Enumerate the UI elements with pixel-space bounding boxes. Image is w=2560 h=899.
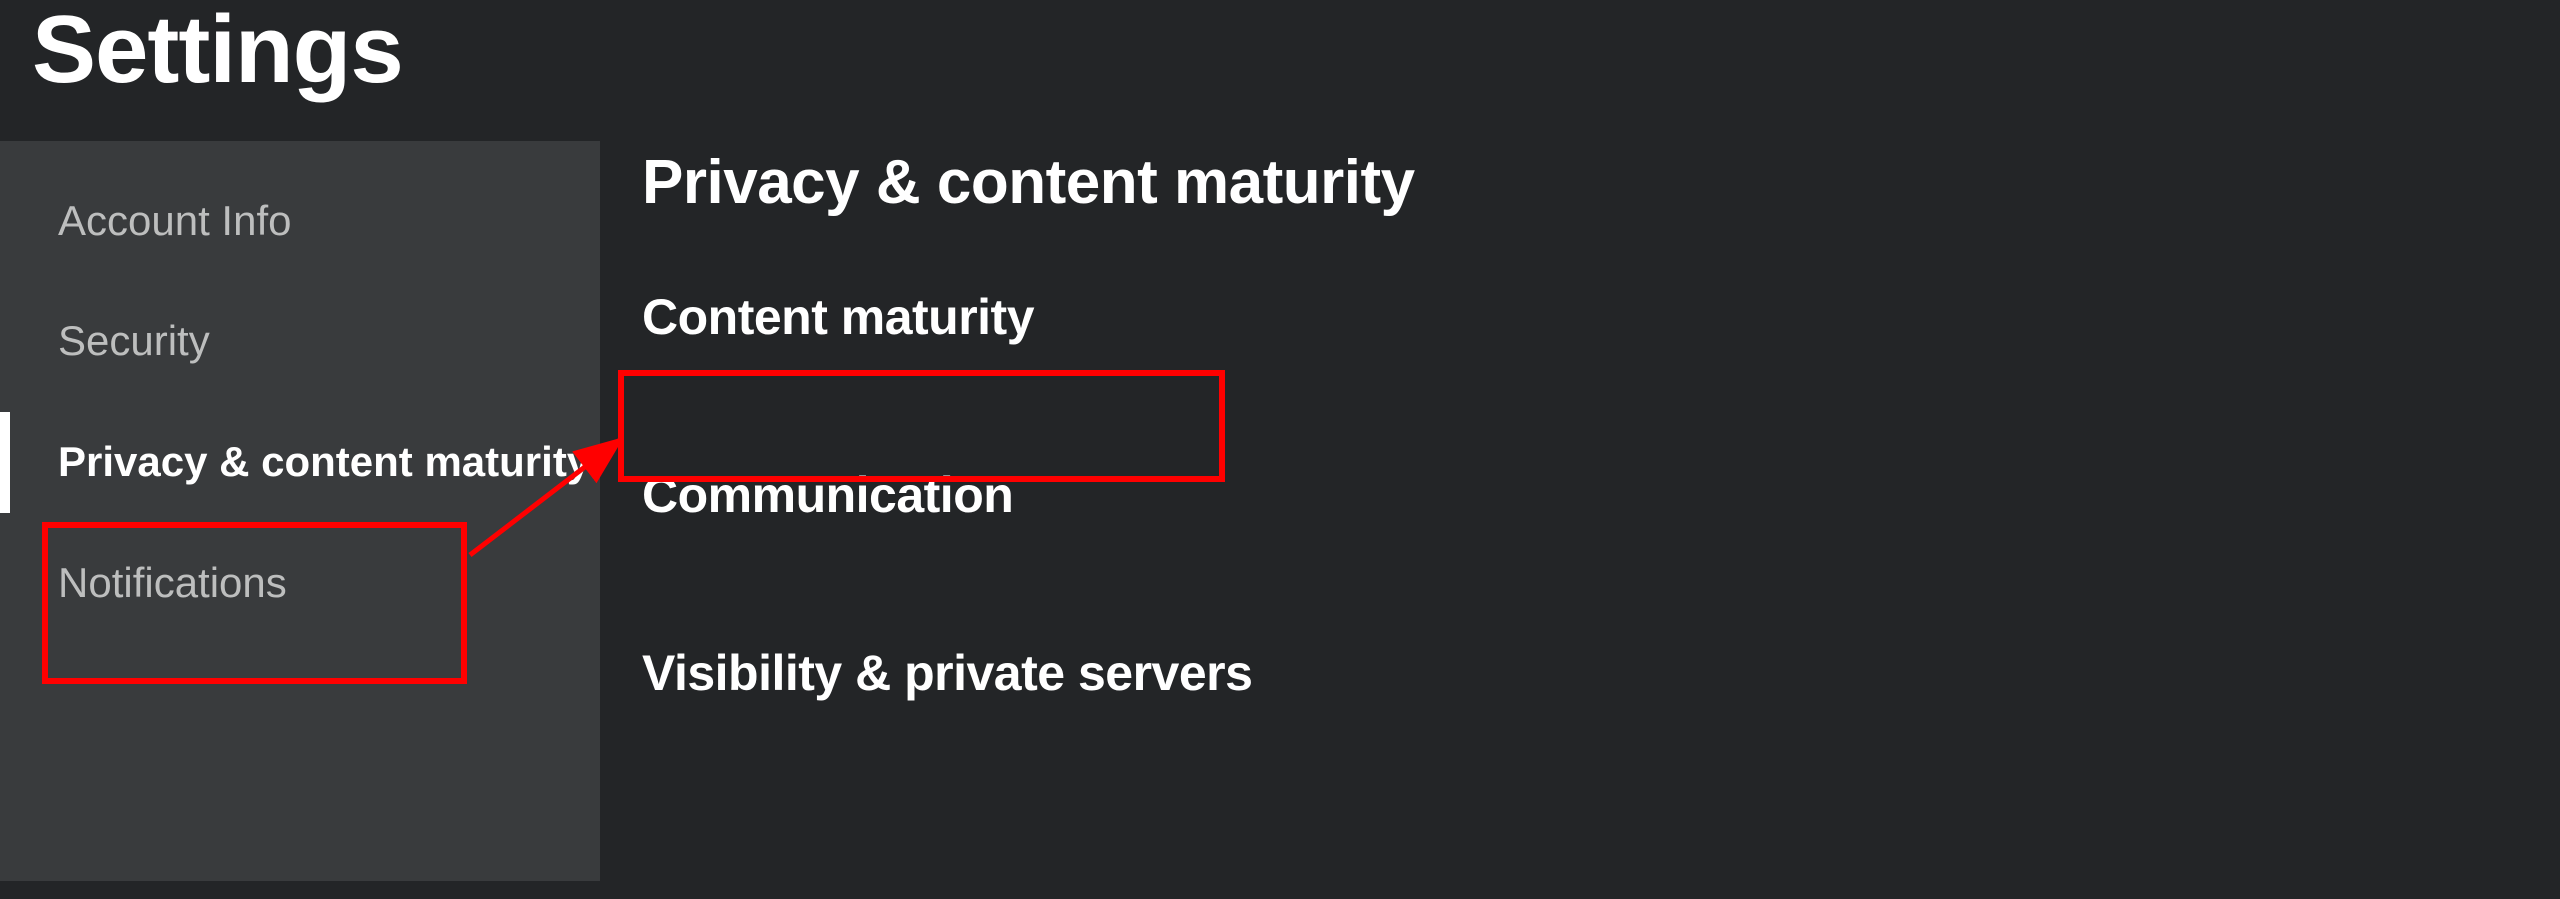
sidebar-item-label: Security: [58, 317, 210, 364]
section-title-privacy: Privacy & content maturity: [642, 147, 2560, 218]
sidebar-item-privacy-content-maturity[interactable]: Privacy & content maturity: [0, 402, 600, 523]
sidebar-item-label: Notifications: [58, 559, 287, 606]
sidebar-item-label: Account Info: [58, 197, 291, 244]
section-communication[interactable]: Communication: [642, 466, 2560, 524]
active-indicator: [0, 412, 10, 513]
settings-main: Privacy & content maturity Content matur…: [600, 141, 2560, 822]
sidebar-item-label: Privacy & content maturity: [58, 438, 590, 485]
settings-layout: Account Info Security Privacy & content …: [0, 141, 2560, 881]
sidebar-item-account-info[interactable]: Account Info: [0, 161, 600, 282]
settings-sidebar: Account Info Security Privacy & content …: [0, 141, 600, 881]
section-visibility-private-servers[interactable]: Visibility & private servers: [642, 644, 2560, 702]
sidebar-item-notifications[interactable]: Notifications: [0, 523, 600, 644]
sidebar-item-security[interactable]: Security: [0, 281, 600, 402]
page-title: Settings: [0, 0, 2560, 141]
section-content-maturity[interactable]: Content maturity: [642, 288, 2560, 346]
